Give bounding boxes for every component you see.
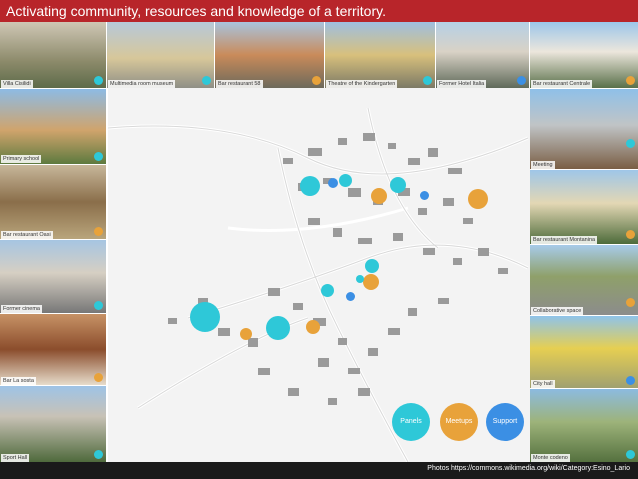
- meetup-marker[interactable]: [371, 188, 387, 204]
- support-marker[interactable]: [328, 178, 338, 188]
- tile-theatre[interactable]: Theatre of the Kindergarten: [325, 22, 435, 88]
- page-title: Activating community, resources and know…: [0, 0, 638, 22]
- panel-marker[interactable]: [300, 176, 320, 196]
- tile-bar-oasi[interactable]: Bar restaurant Oasi: [0, 165, 106, 239]
- tile-label: Primary school: [1, 155, 42, 163]
- panel-marker-icon: [202, 76, 211, 85]
- tile-bar-la-sosta[interactable]: Bar La sosta: [0, 314, 106, 385]
- legend-meetups: Meetups: [440, 403, 478, 441]
- tile-label: Former cinema: [1, 305, 42, 313]
- meetup-marker-icon: [626, 298, 635, 307]
- tile-city-hall[interactable]: City hall: [530, 316, 638, 388]
- tile-label: Villa Cisilidi: [1, 80, 33, 88]
- tile-bar-centrale[interactable]: Bar restaurant Centrale: [530, 22, 638, 88]
- tile-label: Meeting: [531, 161, 555, 169]
- panel-marker-icon: [94, 450, 103, 459]
- legend-panels: Panels: [392, 403, 430, 441]
- panel-marker[interactable]: [365, 259, 379, 273]
- panel-marker[interactable]: [356, 275, 364, 283]
- tile-label: Multimedia room museum: [108, 80, 176, 88]
- legend-support: Support: [486, 403, 524, 441]
- tile-primary-school[interactable]: Primary school: [0, 89, 106, 164]
- tile-label: City hall: [531, 380, 555, 388]
- footer-bar: Photos https://commons.wikimedia.org/wik…: [0, 462, 638, 479]
- tile-label: Bar restaurant Montanina: [531, 236, 598, 244]
- photo-credit: Photos https://commons.wikimedia.org/wik…: [427, 465, 630, 472]
- panel-marker[interactable]: [190, 302, 220, 332]
- tile-label: Collaborative space: [531, 307, 584, 315]
- panel-marker[interactable]: [321, 284, 334, 297]
- tile-monte-codeno[interactable]: Monte codeno: [530, 389, 638, 462]
- tile-former-cinema[interactable]: Former cinema: [0, 240, 106, 313]
- tile-meeting[interactable]: Meeting: [530, 89, 638, 169]
- panel-marker-icon: [626, 450, 635, 459]
- tile-label: Bar restaurant Oasi: [1, 231, 53, 239]
- panel-marker[interactable]: [390, 177, 406, 193]
- tile-bar-montanina[interactable]: Bar restaurant Montanina: [530, 170, 638, 244]
- panel-marker[interactable]: [266, 316, 290, 340]
- meetup-marker[interactable]: [240, 328, 252, 340]
- tile-label: Theatre of the Kindergarten: [326, 80, 398, 88]
- tile-label: Former Hotel Italia: [437, 80, 487, 88]
- tile-multimedia-room[interactable]: Multimedia room museum: [107, 22, 214, 88]
- tile-collaborative-space[interactable]: Collaborative space: [530, 245, 638, 315]
- panel-marker-icon: [423, 76, 432, 85]
- meetup-marker[interactable]: [306, 320, 320, 334]
- support-marker[interactable]: [420, 191, 429, 200]
- panel-marker-icon: [94, 76, 103, 85]
- tile-villa-cisilidi[interactable]: Villa Cisilidi: [0, 22, 106, 88]
- meetup-marker-icon: [626, 230, 635, 239]
- support-marker-icon: [626, 376, 635, 385]
- tile-bar-58[interactable]: Bar restaurant 58: [215, 22, 324, 88]
- meetup-marker[interactable]: [363, 274, 379, 290]
- tile-sport-hall[interactable]: Sport Hall: [0, 386, 106, 462]
- tile-label: Bar restaurant Centrale: [531, 80, 593, 88]
- tile-label: Monte codeno: [531, 454, 570, 462]
- panel-marker[interactable]: [339, 174, 352, 187]
- tile-label: Bar restaurant 58: [216, 80, 263, 88]
- meetup-marker-icon: [94, 373, 103, 382]
- support-marker-icon: [517, 76, 526, 85]
- tile-label: Bar La sosta: [1, 377, 36, 385]
- panel-marker-icon: [626, 139, 635, 148]
- support-marker[interactable]: [346, 292, 355, 301]
- meetup-marker-icon: [94, 227, 103, 236]
- town-map[interactable]: Panels Meetups Support: [108, 88, 530, 462]
- meetup-marker-icon: [312, 76, 321, 85]
- panel-marker-icon: [94, 152, 103, 161]
- meetup-marker-icon: [626, 76, 635, 85]
- tile-label: Sport Hall: [1, 454, 30, 462]
- panel-marker-icon: [94, 301, 103, 310]
- meetup-marker[interactable]: [468, 189, 488, 209]
- tile-hotel-italia[interactable]: Former Hotel Italia: [436, 22, 529, 88]
